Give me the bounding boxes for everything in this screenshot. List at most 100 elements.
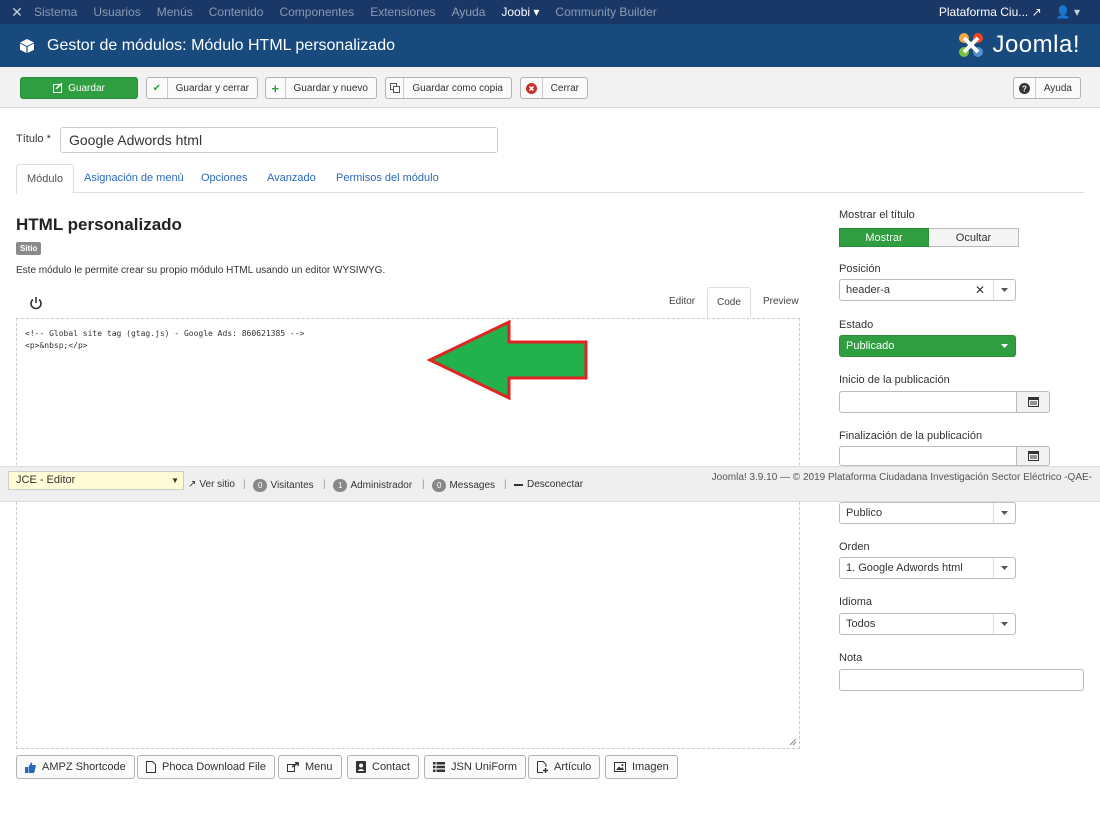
tab-asignacion-menu[interactable]: Asignación de menú [74, 164, 194, 193]
nav-componentes[interactable]: Componentes [279, 5, 354, 19]
logout-label: Desconectar [527, 479, 584, 490]
position-value: header-a [846, 284, 891, 296]
articulo-button[interactable]: Artículo [528, 755, 601, 779]
close-button[interactable]: Cerrar [520, 77, 588, 99]
chevron-down-icon [993, 280, 1015, 300]
show-title-yes[interactable]: Mostrar [839, 228, 929, 247]
green-arrow-annotation [427, 320, 588, 400]
nav-contenido[interactable]: Contenido [209, 5, 264, 19]
power-icon[interactable] [29, 296, 43, 310]
top-navbar: ✕ Sistema Usuarios Menús Contenido Compo… [0, 0, 1100, 24]
nav-extensiones[interactable]: Extensiones [370, 5, 435, 19]
position-select[interactable]: header-a ✕ [839, 279, 1016, 301]
tab-avanzado[interactable]: Avanzado [257, 164, 326, 193]
admin-count-badge: 1 [333, 479, 348, 492]
note-input[interactable] [839, 669, 1084, 691]
site-link[interactable]: Plataforma Ciu... ↗ [939, 5, 1042, 19]
nav-ayuda[interactable]: Ayuda [452, 5, 486, 19]
nav-community-builder[interactable]: Community Builder [555, 5, 656, 19]
ampz-shortcode-button[interactable]: AMPZ Shortcode [16, 755, 135, 779]
save-button[interactable]: Guardar [20, 77, 138, 99]
address-book-icon [356, 761, 366, 773]
logout-link[interactable]: Desconectar [514, 479, 583, 490]
messages-count-badge: 0 [432, 479, 447, 492]
calendar-button[interactable] [1016, 391, 1050, 413]
module-tabs: Módulo Asignación de menú Opciones Avanz… [16, 164, 1084, 194]
editor-tab-preview[interactable]: Preview [754, 287, 808, 318]
language-select[interactable]: Todos [839, 613, 1016, 635]
state-label: Estado [839, 319, 874, 331]
user-menu[interactable]: 👤 ▾ [1056, 5, 1080, 19]
user-caret-icon: ▾ [1073, 5, 1080, 19]
copyright: Joomla! 3.9.10 — © 2019 Plataforma Ciuda… [711, 472, 1092, 483]
phoca-label: Phoca Download File [162, 761, 266, 773]
jsn-uniform-button[interactable]: JSN UniForm [424, 755, 527, 779]
list-icon [433, 762, 445, 772]
jsn-label: JSN UniForm [451, 761, 518, 773]
admin-indicator: 1 Administrador [333, 479, 412, 492]
minus-icon [514, 483, 523, 486]
view-site-link[interactable]: ↗ Ver sitio [188, 479, 235, 490]
copy-icon [386, 78, 405, 98]
code-editor[interactable]: <!-- Global site tag (gtag.js) - Google … [16, 318, 800, 749]
ampz-label: AMPZ Shortcode [42, 761, 126, 773]
save-label: Guardar [68, 82, 105, 94]
show-title-no[interactable]: Ocultar [929, 228, 1019, 247]
language-value: Todos [846, 618, 876, 630]
title-label: Título * [16, 133, 51, 145]
page-title: Gestor de módulos: Módulo HTML personali… [47, 36, 396, 54]
pub-start-input[interactable] [839, 391, 1017, 413]
nav-menus[interactable]: Menús [157, 5, 193, 19]
resize-handle[interactable] [789, 738, 797, 746]
language-label: Idioma [839, 596, 873, 608]
tab-modulo[interactable]: Módulo [16, 164, 75, 194]
image-icon [614, 762, 626, 772]
toolbar: Guardar ✔ Guardar y cerrar + Guardar y n… [0, 67, 1100, 108]
question-icon: ? [1014, 78, 1036, 98]
joomla-menu-icon[interactable]: ✕ [0, 4, 34, 21]
access-value: Publico [846, 507, 883, 519]
save-close-button[interactable]: ✔ Guardar y cerrar [146, 77, 258, 99]
pub-end-label: Finalización de la publicación [839, 430, 983, 442]
phoca-download-button[interactable]: Phoca Download File [137, 755, 275, 779]
code-line-1: <!-- Global site tag (gtag.js) - Google … [25, 329, 305, 338]
editor-tab-editor[interactable]: Editor [660, 287, 704, 318]
close-circle-icon [521, 78, 543, 98]
site-name: Plataforma Ciu... [938, 5, 1029, 19]
clear-icon[interactable]: ✕ [975, 280, 985, 300]
check-icon: ✔ [147, 78, 168, 98]
calendar-icon [1027, 397, 1039, 407]
editor-select[interactable]: JCE - Editor ▼ [8, 471, 184, 490]
messages-indicator[interactable]: 0 Messages [432, 479, 495, 492]
page-header: Gestor de módulos: Módulo HTML personali… [0, 24, 1100, 67]
show-title-label: Mostrar el título [839, 209, 915, 221]
plus-icon: + [266, 78, 286, 98]
title-input[interactable] [60, 127, 498, 153]
close-label: Cerrar [550, 82, 579, 94]
contact-button[interactable]: Contact [347, 755, 419, 779]
code-line-2: <p>&nbsp;</p> [25, 341, 88, 350]
admin-label: Administrador [350, 480, 413, 491]
editor-tab-code[interactable]: Code [707, 287, 751, 318]
access-select[interactable]: Publico [839, 502, 1016, 524]
nav-sistema[interactable]: Sistema [34, 5, 77, 19]
save-copy-button[interactable]: Guardar como copia [385, 77, 512, 99]
thumbs-up-icon [25, 762, 36, 773]
save-new-button[interactable]: + Guardar y nuevo [265, 77, 377, 99]
edit-icon [53, 78, 63, 98]
separator: | [243, 479, 246, 490]
caret-down-icon: ▼ [171, 476, 179, 485]
menu-button[interactable]: Menu [278, 755, 342, 779]
nav-joobi[interactable]: Joobi ▾ [501, 5, 539, 19]
pub-end-input[interactable] [839, 446, 1017, 466]
nav-usuarios[interactable]: Usuarios [93, 5, 140, 19]
help-button[interactable]: ? Ayuda [1013, 77, 1081, 99]
calendar-button[interactable] [1016, 446, 1050, 466]
tab-permisos[interactable]: Permisos del módulo [326, 164, 449, 193]
order-select[interactable]: 1. Google Adwords html [839, 557, 1016, 579]
external-link-icon: ↗ [1031, 5, 1042, 19]
tab-opciones[interactable]: Opciones [191, 164, 257, 193]
state-select[interactable]: Publicado [839, 335, 1016, 357]
cube-icon [20, 38, 34, 53]
imagen-button[interactable]: Imagen [605, 755, 678, 779]
